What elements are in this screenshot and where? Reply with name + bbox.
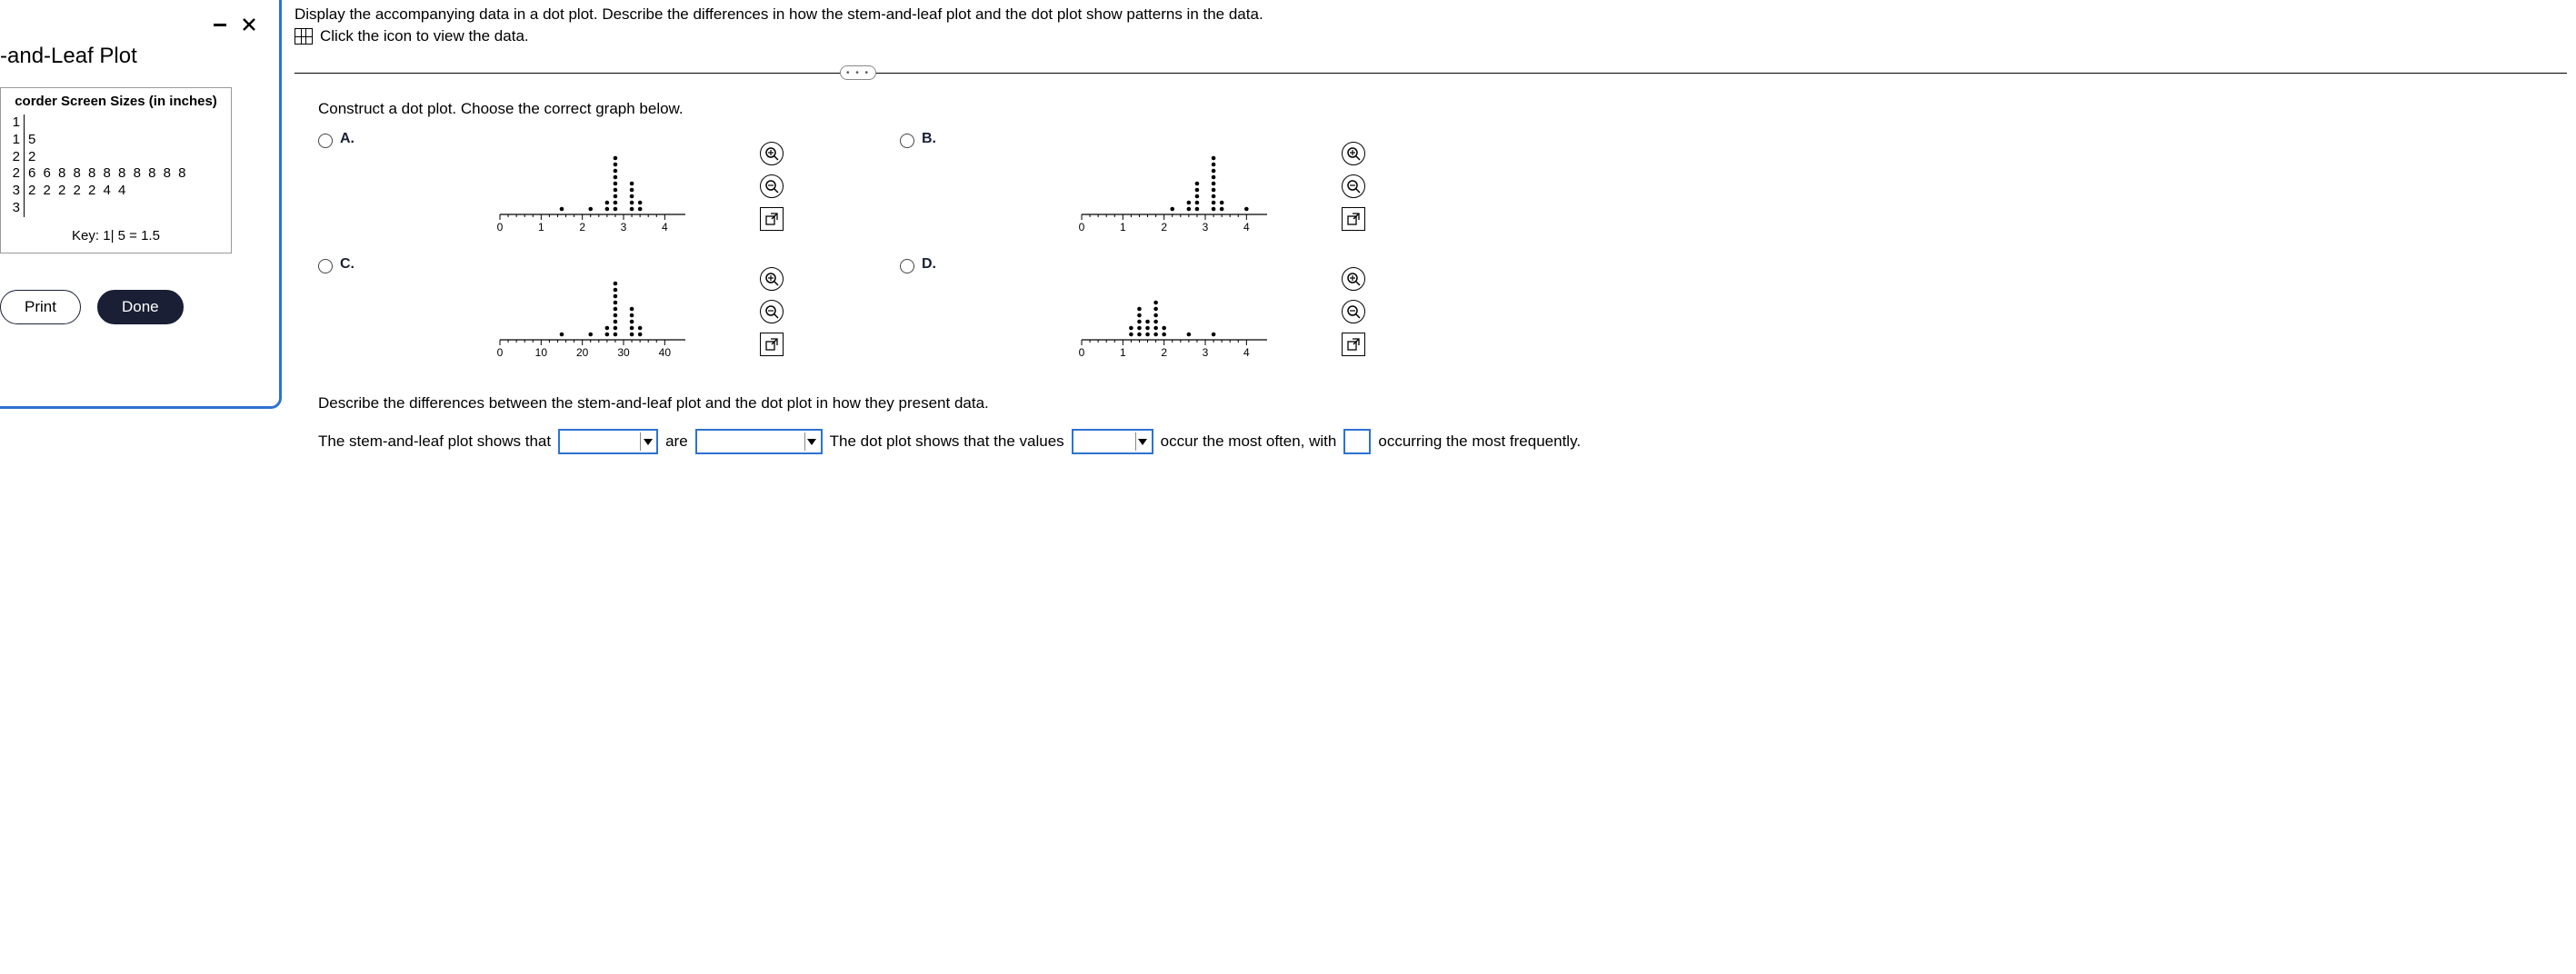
minimize-icon[interactable] (210, 15, 230, 35)
dotplot-a: 0 1 2 3 4 (365, 131, 784, 249)
question-prompt: Construct a dot plot. Choose the correct… (318, 100, 2567, 118)
data-table-icon[interactable] (295, 28, 313, 45)
frequency-input[interactable] (1343, 429, 1371, 454)
radio-c[interactable] (318, 259, 333, 273)
zoom-out-icon[interactable] (760, 300, 784, 323)
option-d: D. 0 1 2 3 4 (900, 256, 1445, 374)
zoom-out-icon[interactable] (1342, 174, 1365, 198)
svg-text:3: 3 (621, 221, 627, 234)
dotplot-c: 0 10 20 30 40 (365, 256, 784, 374)
svg-text:2: 2 (579, 221, 585, 234)
zoom-in-icon[interactable] (760, 142, 784, 165)
section-divider: • • • (295, 73, 2567, 75)
dropdown-3[interactable] (1072, 429, 1153, 454)
stem-leaf-table: 1152226 6 8 8 8 8 8 8 8 8 832 2 2 2 2 4 … (8, 114, 224, 217)
popout-icon[interactable] (1342, 207, 1365, 231)
stem-leaf-data-box: corder Screen Sizes (in inches) 1152226 … (0, 87, 232, 253)
svg-text:30: 30 (617, 346, 630, 359)
done-button[interactable]: Done (97, 290, 184, 324)
stem-leaf-modal: -and-Leaf Plot corder Screen Sizes (in i… (0, 0, 282, 409)
svg-text:0: 0 (1079, 346, 1085, 359)
option-label-b: B. (922, 131, 940, 147)
svg-text:4: 4 (1243, 221, 1250, 234)
radio-b[interactable] (900, 134, 914, 148)
fill-in-sentence: The stem-and-leaf plot shows that are Th… (318, 429, 2567, 454)
svg-text:3: 3 (1203, 221, 1209, 234)
stem-leaf-key: Key: 1| 5 = 1.5 (8, 228, 224, 244)
popout-icon[interactable] (1342, 333, 1365, 356)
describe-prompt: Describe the differences between the ste… (318, 394, 2567, 412)
svg-text:1: 1 (1120, 346, 1126, 359)
zoom-in-icon[interactable] (760, 267, 784, 291)
dropdown-1[interactable] (558, 429, 658, 454)
popout-icon[interactable] (760, 333, 784, 356)
svg-text:2: 2 (1161, 346, 1167, 359)
dotplot-d: 0 1 2 3 4 (947, 256, 1365, 374)
option-label-a: A. (340, 131, 358, 147)
svg-text:10: 10 (535, 346, 548, 359)
radio-a[interactable] (318, 134, 333, 148)
options-grid: A. 0 1 2 3 4 B. 0 1 2 3 4 (318, 131, 1445, 374)
close-icon[interactable] (239, 15, 259, 35)
option-a: A. 0 1 2 3 4 (318, 131, 864, 249)
svg-text:4: 4 (662, 221, 668, 234)
modal-title: -and-Leaf Plot (0, 44, 268, 69)
data-box-title: corder Screen Sizes (in inches) (8, 94, 224, 109)
svg-text:40: 40 (659, 346, 672, 359)
instruction-text: Display the accompanying data in a dot p… (295, 5, 2567, 24)
option-label-c: C. (340, 256, 358, 273)
svg-text:3: 3 (1203, 346, 1209, 359)
view-data-link[interactable]: Click the icon to view the data. (320, 27, 529, 45)
sentence-part2: The dot plot shows that the values (830, 432, 1064, 451)
zoom-out-icon[interactable] (1342, 300, 1365, 323)
sentence-mid: are (665, 432, 688, 451)
option-c: C. 0 10 20 30 40 (318, 256, 864, 374)
svg-text:0: 0 (497, 221, 504, 234)
zoom-in-icon[interactable] (1342, 267, 1365, 291)
zoom-out-icon[interactable] (760, 174, 784, 198)
svg-text:2: 2 (1161, 221, 1167, 234)
dropdown-2[interactable] (695, 429, 823, 454)
svg-text:0: 0 (1079, 221, 1085, 234)
svg-text:20: 20 (576, 346, 589, 359)
print-button[interactable]: Print (0, 290, 81, 324)
main-content: Display the accompanying data in a dot p… (285, 0, 2576, 454)
sentence-part4: occurring the most frequently. (1378, 432, 1581, 451)
svg-text:4: 4 (1243, 346, 1250, 359)
svg-text:0: 0 (497, 346, 504, 359)
popout-icon[interactable] (760, 207, 784, 231)
zoom-in-icon[interactable] (1342, 142, 1365, 165)
expand-pill[interactable]: • • • (840, 65, 876, 80)
sentence-part3: occur the most often, with (1161, 432, 1337, 451)
option-b: B. 0 1 2 3 4 (900, 131, 1445, 249)
svg-text:1: 1 (538, 221, 544, 234)
svg-text:1: 1 (1120, 221, 1126, 234)
dotplot-b: 0 1 2 3 4 (947, 131, 1365, 249)
radio-d[interactable] (900, 259, 914, 273)
sentence-part1: The stem-and-leaf plot shows that (318, 432, 551, 451)
option-label-d: D. (922, 256, 940, 273)
